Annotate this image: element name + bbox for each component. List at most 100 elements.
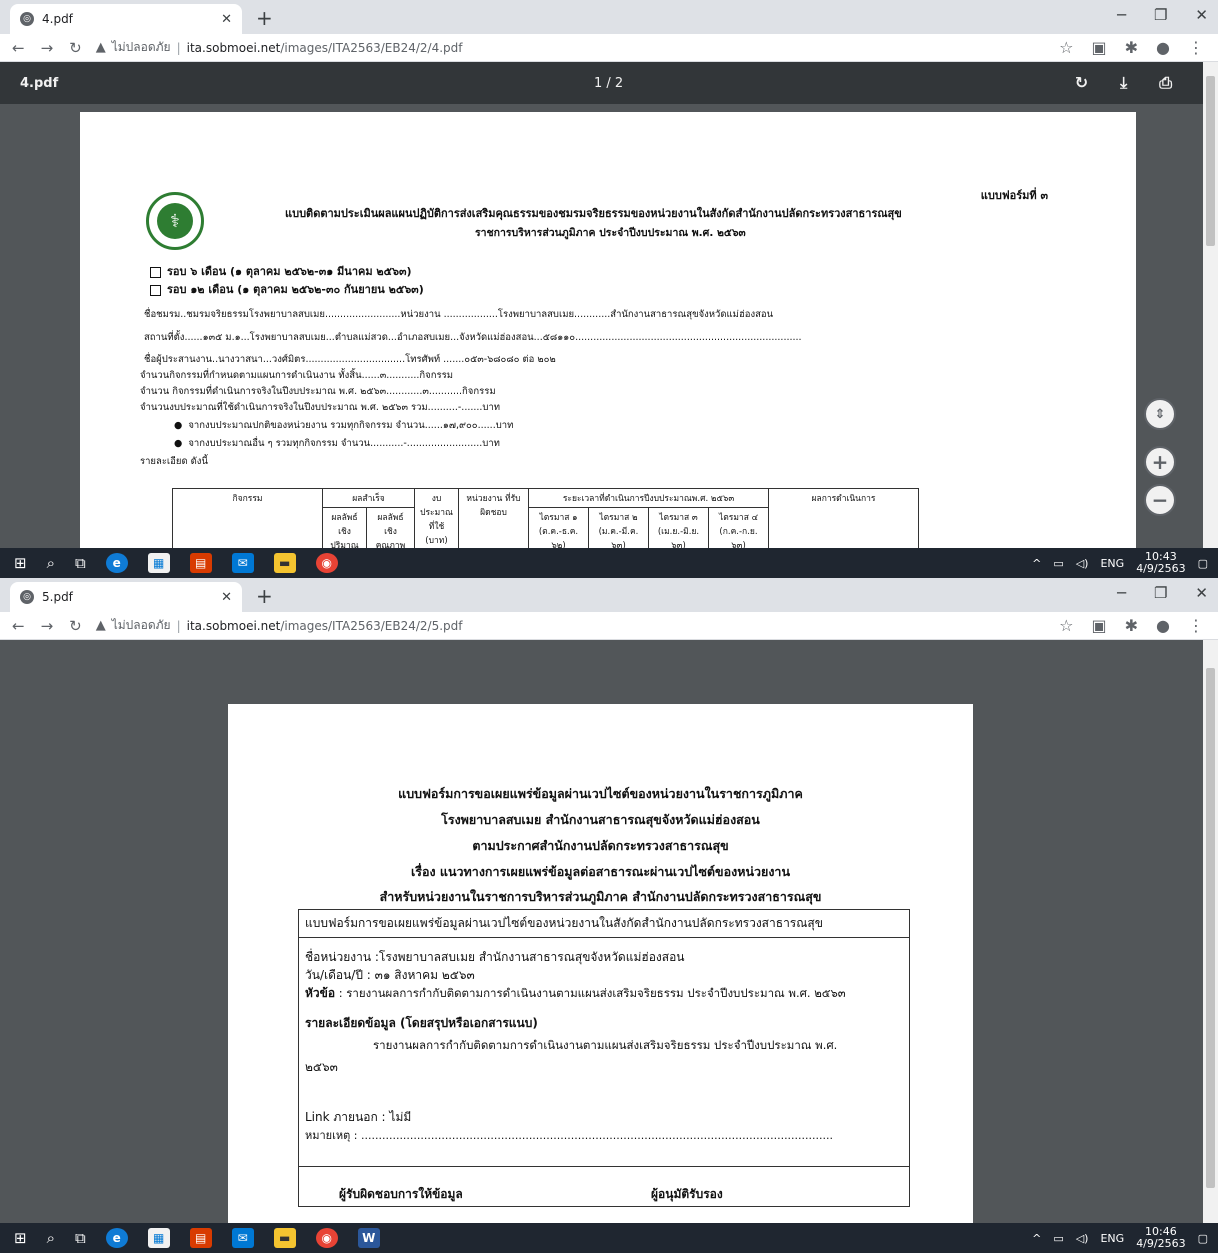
restore-icon[interactable]: ❐	[1154, 6, 1167, 24]
doc-heading-5: สำหรับหน่วยงานในราชการบริหารส่วนภูมิภาค …	[379, 889, 822, 904]
signature-row: ผู้รับผิดชอบการให้ข้อมูล ผู้อนุมัติรับรอ…	[299, 1166, 909, 1206]
new-tab-button[interactable]: +	[256, 584, 273, 608]
forward-icon[interactable]: →	[41, 617, 54, 635]
url-path: /images/ITA2563/EB24/2/5.pdf	[280, 618, 463, 633]
th-q2: ไตรมาส ๒ (ม.ค.-มี.ค. ๖๓)	[588, 507, 649, 548]
puzzle-icon[interactable]: ✱	[1125, 616, 1138, 635]
browser-toolbar: ← → ↻ ▲ ไม่ปลอดภัย | ita.sobmoei.net /im…	[0, 612, 1218, 640]
url-separator: |	[176, 40, 181, 55]
mail-icon[interactable]: ✉	[231, 1228, 254, 1248]
windows-start-icon[interactable]: ⊞	[14, 1229, 27, 1247]
notification-icon[interactable]: ▢	[1198, 557, 1208, 570]
pdf-page: แบบฟอร์มที่ ๓ ⚕ แบบติดตามประเมินผลแผนปฏิ…	[80, 112, 1136, 548]
vertical-scrollbar[interactable]	[1203, 640, 1218, 1223]
scroll-thumb[interactable]	[1206, 76, 1215, 246]
chrome-taskbar-icon[interactable]: ◉	[315, 1228, 338, 1248]
bullet-normal-budget: ● จากงบประมาณปกติของหน่วยงาน รวมทุกกิจกร…	[174, 420, 514, 431]
tab-title: 4.pdf	[42, 12, 73, 26]
minimize-icon[interactable]: ─	[1117, 6, 1126, 24]
doc-heading-4: เรื่อง แนวทางการเผยแพร่ข้อมูลต่อสาธารณะผ…	[410, 864, 791, 879]
close-window-icon[interactable]: ✕	[1195, 584, 1208, 602]
clock[interactable]: 10:43 4/9/2563	[1136, 551, 1185, 575]
browser-window-5pdf: ◎ 5.pdf ✕ + ─ ❐ ✕ ← → ↻ ▲ ไม่ปลอดภัย | i…	[0, 578, 1218, 1253]
clock[interactable]: 10:46 4/9/2563	[1136, 1226, 1185, 1250]
edge-icon[interactable]: e	[105, 1228, 128, 1248]
minimize-icon[interactable]: ─	[1117, 584, 1126, 602]
fit-page-button[interactable]: ⇕	[1144, 398, 1176, 430]
close-tab-icon[interactable]: ✕	[221, 590, 232, 605]
file-explorer-icon[interactable]: ▬	[273, 553, 296, 573]
new-tab-button[interactable]: +	[256, 6, 273, 30]
speaker-icon[interactable]: ◁)	[1076, 557, 1089, 570]
club-line: ชื่อชมรม..ชมรมจริยธรรมโรงพยาบาลสบเมย....…	[144, 309, 774, 320]
scroll-thumb[interactable]	[1206, 668, 1215, 1188]
th-unit: หน่วยงาน ที่รับผิดชอบ	[458, 488, 529, 548]
address-bar[interactable]: ▲ ไม่ปลอดภัย | ita.sobmoei.net /images/I…	[96, 616, 1016, 635]
search-icon[interactable]: ⌕	[47, 554, 55, 572]
zoom-in-button[interactable]: +	[1144, 446, 1176, 478]
address-bar[interactable]: ▲ ไม่ปลอดภัย | ita.sobmoei.net /images/I…	[96, 38, 1016, 57]
bookmark-star-icon[interactable]: ☆	[1059, 616, 1073, 635]
profile-icon[interactable]: ●	[1156, 38, 1170, 57]
store-icon[interactable]: ▦	[147, 553, 170, 573]
battery-icon[interactable]: ▭	[1053, 557, 1063, 570]
menu-icon[interactable]: ⋮	[1188, 616, 1204, 635]
store-icon[interactable]: ▦	[147, 1228, 170, 1248]
vertical-scrollbar[interactable]	[1203, 62, 1218, 548]
rotate-icon[interactable]: ↻	[1075, 73, 1088, 93]
th-q4: ไตรมาส ๔ (ก.ค.-ก.ย. ๖๓)	[708, 507, 769, 548]
extension-icon[interactable]: ▣	[1092, 38, 1107, 57]
speaker-icon[interactable]: ◁)	[1076, 1232, 1089, 1245]
battery-icon[interactable]: ▭	[1053, 1232, 1063, 1245]
url-host: ita.sobmoei.net	[186, 40, 281, 55]
form-box-header: แบบฟอร์มการขอเผยแพร่ข้อมูลผ่านเวปไซต์ของ…	[299, 910, 909, 938]
word-icon[interactable]: W	[357, 1228, 380, 1248]
reload-icon[interactable]: ↻	[69, 39, 82, 57]
tab-4pdf[interactable]: ◎ 4.pdf ✕	[10, 4, 242, 34]
th-qual: ผลลัพธ์ เชิงคุณภาพ	[366, 507, 415, 548]
tab-5pdf[interactable]: ◎ 5.pdf ✕	[10, 582, 242, 612]
pdf-page: แบบฟอร์มการขอเผยแพร่ข้อมูลผ่านเวปไซต์ของ…	[228, 704, 973, 1223]
zoom-out-button[interactable]: −	[1144, 484, 1176, 516]
task-view-icon[interactable]: ⧉	[75, 1229, 86, 1247]
tray-chevron-icon[interactable]: ^	[1032, 557, 1041, 570]
language-indicator[interactable]: ENG	[1100, 557, 1124, 570]
menu-icon[interactable]: ⋮	[1188, 38, 1204, 57]
taskbar: ⊞ ⌕ ⧉ e ▦ ▤ ✉ ▬ ◉ W ^ ▭ ◁) ENG 10:46 4/9…	[0, 1223, 1218, 1253]
warning-icon: ▲	[95, 40, 106, 55]
extension-icon[interactable]: ▣	[1092, 616, 1107, 635]
download-icon[interactable]: ⤓	[1120, 73, 1127, 93]
planned-count-line: จำนวนกิจกรรมที่กำหนดตามแผนการดำเนินงาน ท…	[140, 370, 453, 381]
warning-icon: ▲	[95, 618, 106, 633]
detail-label: รายละเอียดข้อมูล (โดยสรุปหรือเอกสารแนบ)	[305, 1016, 538, 1030]
bullet-other-budget: ● จากงบประมาณอื่น ๆ รวมทุกกิจกรรม จำนวน.…	[174, 438, 500, 449]
notification-icon[interactable]: ▢	[1198, 1232, 1208, 1245]
pdf-toolbar: 4.pdf 1 / 2 ↻ ⤓ ⎙	[0, 62, 1218, 104]
chrome-taskbar-icon[interactable]: ◉	[315, 553, 338, 573]
print-icon[interactable]: ⎙	[1159, 73, 1172, 93]
puzzle-icon[interactable]: ✱	[1125, 38, 1138, 57]
pdf-title: 4.pdf	[20, 75, 59, 91]
close-tab-icon[interactable]: ✕	[221, 12, 232, 27]
reload-icon[interactable]: ↻	[69, 617, 82, 635]
restore-icon[interactable]: ❐	[1154, 584, 1167, 602]
language-indicator[interactable]: ENG	[1100, 1232, 1124, 1245]
bookmark-star-icon[interactable]: ☆	[1059, 38, 1073, 57]
mail-icon[interactable]: ✉	[231, 553, 254, 573]
file-explorer-icon[interactable]: ▬	[273, 1228, 296, 1248]
th-q1: ไตรมาส ๑ (ต.ค.-ธ.ค. ๖๒)	[528, 507, 589, 548]
th-activity: กิจกรรม	[172, 488, 323, 548]
gift-icon[interactable]: ▤	[189, 1228, 212, 1248]
search-icon[interactable]: ⌕	[47, 1229, 55, 1247]
back-icon[interactable]: ←	[12, 617, 25, 635]
forward-icon[interactable]: →	[41, 39, 54, 57]
edge-icon[interactable]: e	[105, 553, 128, 573]
close-window-icon[interactable]: ✕	[1195, 6, 1208, 24]
profile-icon[interactable]: ●	[1156, 616, 1170, 635]
windows-start-icon[interactable]: ⊞	[14, 554, 27, 572]
task-view-icon[interactable]: ⧉	[75, 554, 86, 572]
gift-icon[interactable]: ▤	[189, 553, 212, 573]
page-indicator: 1 / 2	[594, 75, 624, 91]
back-icon[interactable]: ←	[12, 39, 25, 57]
tray-chevron-icon[interactable]: ^	[1032, 1232, 1041, 1245]
